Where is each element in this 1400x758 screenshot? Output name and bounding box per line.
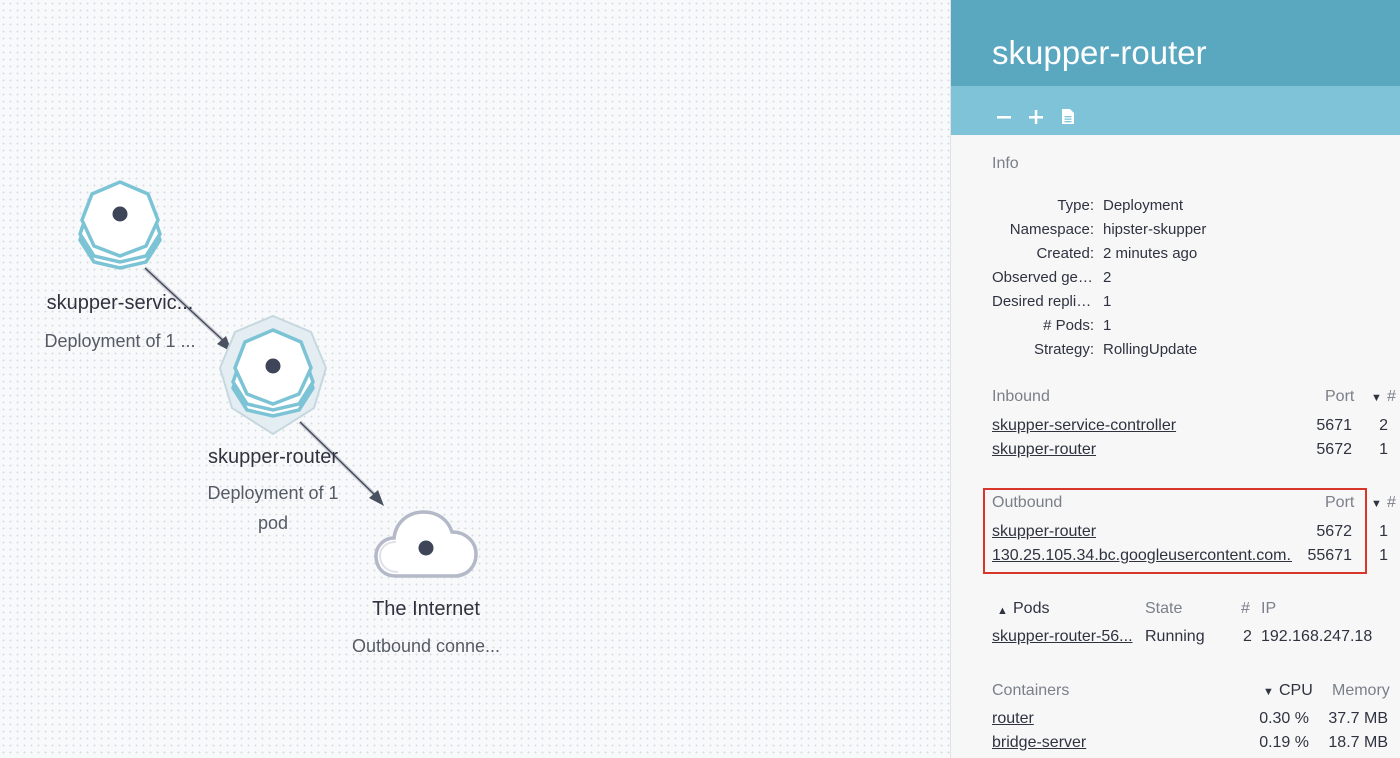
info-value: 1 (1103, 317, 1112, 334)
pod-link[interactable]: skupper-router-56... (992, 628, 1133, 646)
document-icon (1062, 109, 1074, 124)
containers-title: Containers (992, 682, 1070, 699)
sort-desc-icon[interactable]: ▼ (1263, 682, 1274, 700)
info-value: 2 (1103, 269, 1112, 286)
outbound-port: 5672 (1316, 523, 1352, 540)
pods-table: ▲ Pods State # IP skupper-router-56... R… (951, 600, 1400, 656)
info-section: Info Type: Deployment Namespace: hipster-s… (992, 155, 1400, 362)
pod-state: Running (1145, 628, 1205, 645)
inbound-title: Inbound (992, 388, 1050, 405)
pods-state-header[interactable]: State (1145, 600, 1182, 618)
outbound-link[interactable]: 130.25.105.34.bc.googleusercontent.com..… (992, 547, 1292, 565)
pod-count: 2 (1243, 628, 1252, 645)
node-subtitle: Outbound conne... (351, 636, 501, 656)
container-memory: 18.7 MB (1328, 734, 1388, 751)
info-value: 2 minutes ago (1103, 245, 1198, 262)
info-row: Created: 2 minutes ago (992, 242, 1400, 266)
panel-toolbar (951, 86, 1400, 135)
outbound-table: Outbound Port ▼ # skupper-router 5672 1 … (951, 494, 1400, 574)
pod-ip: 192.168.247.18 (1261, 628, 1373, 645)
node-label: The Internet (372, 598, 480, 620)
outbound-port-header[interactable]: Port (1325, 494, 1354, 512)
info-key: Type: (1057, 197, 1094, 214)
zoom-in-button[interactable] (1027, 106, 1045, 128)
details-panel: skupper-router Info Type: Deployment Name… (950, 0, 1400, 758)
container-cpu: 0.19 % (1259, 734, 1309, 751)
containers-table: Containers ▼ CPU Memory router 0.30 % 37… (951, 682, 1400, 758)
panel-title: skupper-router (951, 0, 1400, 86)
outbound-count: 1 (1379, 547, 1388, 564)
plus-icon (1029, 109, 1043, 124)
info-key: Created: (1036, 245, 1094, 262)
info-row: # Pods: 1 (992, 314, 1400, 338)
hexagon-stack-icon (231, 328, 315, 418)
info-value: RollingUpdate (1103, 341, 1198, 358)
info-key: Desired replic... (992, 293, 1097, 310)
graph-node-the-internet[interactable] (374, 508, 478, 580)
sort-desc-icon[interactable]: ▼ (1371, 388, 1382, 406)
info-key: Strategy: (1033, 341, 1094, 358)
container-cpu: 0.30 % (1259, 710, 1309, 727)
outbound-link[interactable]: skupper-router (992, 523, 1096, 541)
inbound-port: 5672 (1316, 441, 1352, 458)
info-key: # Pods: (1043, 317, 1094, 334)
containers-cpu-header[interactable]: CPU (1279, 682, 1313, 700)
info-value: hipster-skupper (1103, 221, 1207, 238)
node-subtitle: Deployment of 1 ... (44, 331, 196, 351)
sort-desc-icon[interactable]: ▼ (1371, 494, 1382, 512)
inbound-link[interactable]: skupper-router (992, 441, 1096, 459)
pods-count-header[interactable]: # (1241, 600, 1250, 618)
inbound-count: 1 (1379, 441, 1388, 458)
graph-node-skupper-service[interactable] (78, 180, 162, 276)
outbound-port: 55671 (1307, 547, 1353, 564)
inbound-link[interactable]: skupper-service-controller (992, 417, 1176, 435)
container-link[interactable]: router (992, 710, 1034, 728)
inbound-count-header[interactable]: # (1387, 388, 1396, 406)
container-link[interactable]: bridge-server (992, 734, 1086, 752)
outbound-count-header[interactable]: # (1387, 494, 1396, 512)
info-value: 1 (1103, 293, 1112, 310)
info-value: Deployment (1103, 197, 1184, 214)
graph-node-skupper-router[interactable] (218, 314, 328, 436)
zoom-out-button[interactable] (995, 106, 1013, 128)
outbound-title: Outbound (992, 494, 1063, 511)
inbound-port-header[interactable]: Port (1325, 388, 1354, 406)
inbound-port: 5671 (1316, 417, 1352, 434)
details-button[interactable] (1059, 106, 1077, 128)
node-label: skupper-servic... (46, 292, 194, 314)
info-row: Type: Deployment (992, 194, 1400, 218)
info-row: Namespace: hipster-skupper (992, 218, 1400, 242)
node-subtitle: Deployment of 1 pod (207, 483, 339, 533)
pods-title[interactable]: Pods (1013, 600, 1049, 618)
sort-asc-icon[interactable]: ▲ (997, 601, 1008, 619)
info-key: Observed gen.: (992, 269, 1095, 286)
info-key: Namespace: (1009, 221, 1094, 238)
hexagon-stack-icon (78, 180, 162, 270)
inbound-count: 2 (1379, 417, 1388, 434)
containers-memory-header[interactable]: Memory (1332, 682, 1390, 700)
inbound-table: Inbound Port ▼ # skupper-service-control… (951, 388, 1400, 468)
info-row: Desired replic... 1 (992, 290, 1400, 314)
cloud-icon (374, 510, 478, 578)
info-row: Observed gen.: 2 (992, 266, 1400, 290)
minus-icon (997, 115, 1011, 118)
info-row: Strategy: RollingUpdate (992, 338, 1400, 362)
pods-ip-header[interactable]: IP (1261, 600, 1276, 618)
outbound-count: 1 (1379, 523, 1388, 540)
graph-canvas[interactable]: skupper-servic... Deployment of 1 ... sk… (0, 0, 950, 758)
container-memory: 37.7 MB (1328, 710, 1388, 727)
info-rows: Type: Deployment Namespace: hipster-skuppe… (992, 194, 1400, 362)
node-label: skupper-router (207, 446, 339, 468)
info-title: Info (992, 155, 1019, 172)
